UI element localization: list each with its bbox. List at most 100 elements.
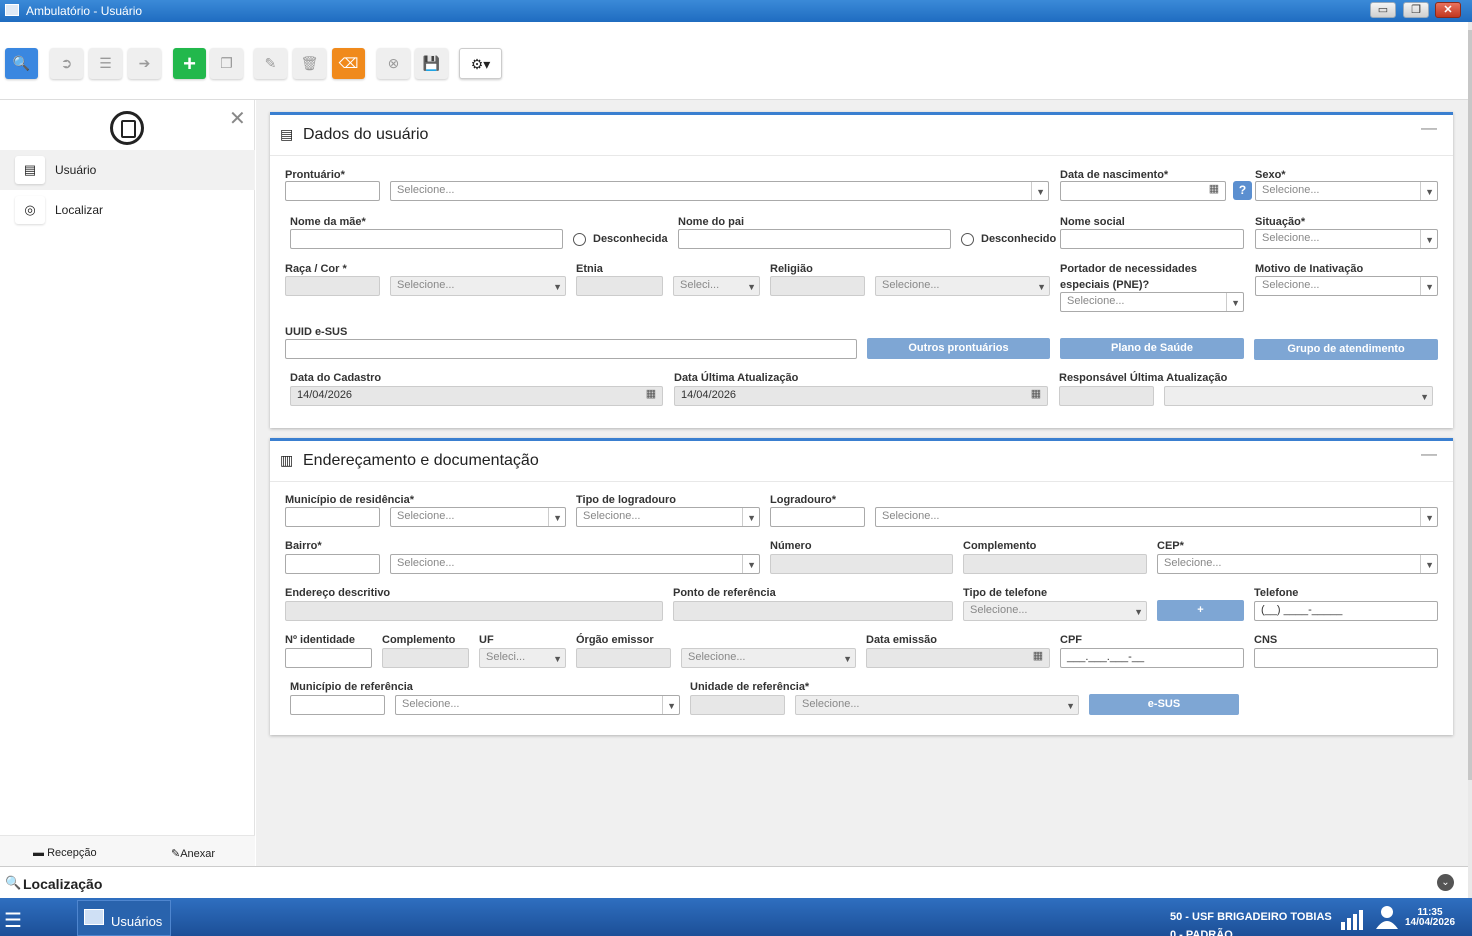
cep-label: CEP* — [1157, 540, 1184, 552]
nome-pai-input[interactable] — [678, 229, 951, 249]
identidade-input[interactable] — [285, 648, 372, 668]
grupo-atendimento-button[interactable]: Grupo de atendimento — [1254, 339, 1438, 360]
collapse-panel-button[interactable]: — — [1421, 446, 1437, 464]
cancel-button[interactable]: ⊗ — [377, 48, 410, 79]
logradouro-select[interactable]: Selecione... ▼ — [875, 507, 1438, 527]
nome-social-input[interactable] — [1060, 229, 1244, 249]
raca-cor-code-input[interactable] — [285, 276, 380, 296]
situacao-select[interactable]: Selecione... ▼ — [1255, 229, 1438, 249]
plano-saude-button[interactable]: Plano de Saúde — [1060, 338, 1244, 359]
esus-button[interactable]: e-SUS — [1089, 694, 1239, 715]
recepcao-link[interactable]: ▬ Recepção — [33, 847, 97, 859]
data-nascimento-input[interactable]: ▦ — [1060, 181, 1226, 201]
cns-label: CNS — [1254, 634, 1278, 646]
sidebar-close-button[interactable]: ✕ — [229, 106, 246, 131]
pne-select[interactable]: Selecione... ▼ — [1060, 292, 1244, 312]
municipio-residencia-code-input[interactable] — [285, 507, 380, 527]
calendar-icon[interactable]: ▦ — [1203, 182, 1225, 200]
taskbar-app-usuarios[interactable]: Usuários — [77, 900, 171, 936]
tipo-logradouro-select[interactable]: Selecione... ▼ — [576, 507, 760, 527]
cns-input[interactable] — [1254, 648, 1438, 668]
complemento-rg-input[interactable] — [382, 648, 469, 668]
chevron-down-icon: ▼ — [1231, 298, 1240, 308]
anexar-link[interactable]: ✎Anexar — [171, 847, 215, 860]
search-button[interactable]: 🔍 — [5, 48, 38, 79]
data-emissao-input[interactable]: ▦ — [866, 648, 1050, 668]
delete-button[interactable]: 🗑 — [293, 48, 326, 79]
endereco-descritivo-input[interactable] — [285, 601, 663, 621]
nome-mae-input[interactable] — [290, 229, 563, 249]
data-nascimento-label: Data de nascimento* — [1060, 169, 1169, 181]
clear-button[interactable]: ⌫ — [332, 48, 365, 79]
responsavel-select[interactable]: ▼ — [1164, 386, 1433, 406]
complemento-input[interactable] — [963, 554, 1147, 574]
unit-info: 50 - USF BRIGADEIRO TOBIAS 0 - PADRÃO — [1170, 908, 1332, 936]
bairro-code-input[interactable] — [285, 554, 380, 574]
list-button[interactable]: ☰ — [89, 48, 122, 79]
bairro-label: Bairro* — [285, 540, 322, 552]
desconhecida-radio[interactable] — [573, 233, 586, 246]
divider — [1420, 555, 1421, 573]
help-button[interactable]: ? — [1233, 181, 1252, 200]
user-icon[interactable] — [1376, 905, 1398, 929]
etnia-code-input[interactable] — [576, 276, 663, 296]
previous-button[interactable]: ➲ — [50, 48, 83, 79]
prontuario-select[interactable]: Selecione... ▼ — [390, 181, 1049, 201]
maximize-window-button[interactable]: ❐ — [1403, 2, 1429, 18]
chevron-down-icon: ▼ — [1425, 235, 1434, 245]
sidebar-item-localizar[interactable]: ◎ Localizar — [0, 190, 255, 230]
motivo-inativacao-select[interactable]: Selecione... ▼ — [1255, 276, 1438, 296]
settings-button[interactable]: ⚙▾ — [459, 48, 502, 79]
sexo-select[interactable]: Selecione... ▼ — [1255, 181, 1438, 201]
uf-select[interactable]: Seleci... ▼ — [479, 648, 566, 668]
calendar-icon[interactable]: ▦ — [640, 387, 662, 405]
chevron-down-icon[interactable]: ⌄ — [1437, 874, 1454, 891]
copy-button[interactable]: ❐ — [210, 48, 243, 79]
ponto-referencia-input[interactable] — [673, 601, 953, 621]
unidade-referencia-select[interactable]: Selecione... ▼ — [795, 695, 1079, 715]
date: 14/04/2026 — [1405, 917, 1456, 928]
divider — [548, 508, 549, 526]
chevron-down-icon: ▼ — [667, 701, 676, 711]
data-ultima-atualizacao-input[interactable]: 14/04/2026 ▦ — [674, 386, 1048, 406]
data-cadastro-input[interactable]: 14/04/2026 ▦ — [290, 386, 663, 406]
religiao-code-input[interactable] — [770, 276, 865, 296]
close-window-button[interactable]: ✕ — [1435, 2, 1461, 18]
sidebar-item-label: Usuário — [55, 163, 97, 177]
municipio-referencia-code-input[interactable] — [290, 695, 385, 715]
numero-input[interactable] — [770, 554, 953, 574]
cpf-input[interactable]: ___.___.___-__ — [1060, 648, 1244, 668]
raca-cor-select[interactable]: Selecione... ▼ — [390, 276, 566, 296]
calendar-icon[interactable]: ▦ — [1027, 649, 1049, 667]
collapse-panel-button[interactable]: — — [1421, 120, 1437, 138]
responsavel-code-input[interactable] — [1059, 386, 1154, 406]
next-button[interactable]: ➔ — [128, 48, 161, 79]
prontuario-input[interactable] — [285, 181, 380, 201]
telefone-input[interactable]: (__) ____-_____ — [1254, 601, 1438, 621]
orgao-emissor-select[interactable]: Selecione... ▼ — [681, 648, 856, 668]
logradouro-code-input[interactable] — [770, 507, 865, 527]
tipo-telefone-select[interactable]: Selecione... ▼ — [963, 601, 1147, 621]
hamburger-menu-icon[interactable]: ☰ — [4, 908, 22, 933]
edit-button[interactable]: ✎ — [254, 48, 287, 79]
desconhecido-radio[interactable] — [961, 233, 974, 246]
scrollbar-thumb[interactable] — [1468, 30, 1472, 780]
orgao-emissor-code-input[interactable] — [576, 648, 671, 668]
add-button[interactable]: + — [173, 48, 206, 79]
outros-prontuarios-button[interactable]: Outros prontuários — [867, 338, 1050, 359]
save-button[interactable]: 💾 — [415, 48, 448, 79]
page-scrollbar[interactable] — [1468, 22, 1472, 898]
minimize-window-button[interactable]: ▭ — [1370, 2, 1396, 18]
uuid-input[interactable] — [285, 339, 857, 359]
etnia-select[interactable]: Seleci... ▼ — [673, 276, 760, 296]
add-telefone-button[interactable]: + — [1157, 600, 1244, 621]
calendar-icon[interactable]: ▦ — [1025, 387, 1047, 405]
cep-select[interactable]: Selecione... ▼ — [1157, 554, 1438, 574]
municipio-referencia-select[interactable]: Selecione... ▼ — [395, 695, 680, 715]
unidade-referencia-code-input[interactable] — [690, 695, 785, 715]
municipio-residencia-select[interactable]: Selecione... ▼ — [390, 507, 566, 527]
bairro-select[interactable]: Selecione... ▼ — [390, 554, 760, 574]
chevron-down-icon: ▼ — [1420, 392, 1429, 402]
sidebar-item-usuario[interactable]: ▤ Usuário — [0, 150, 255, 190]
religiao-select[interactable]: Selecione... ▼ — [875, 276, 1050, 296]
